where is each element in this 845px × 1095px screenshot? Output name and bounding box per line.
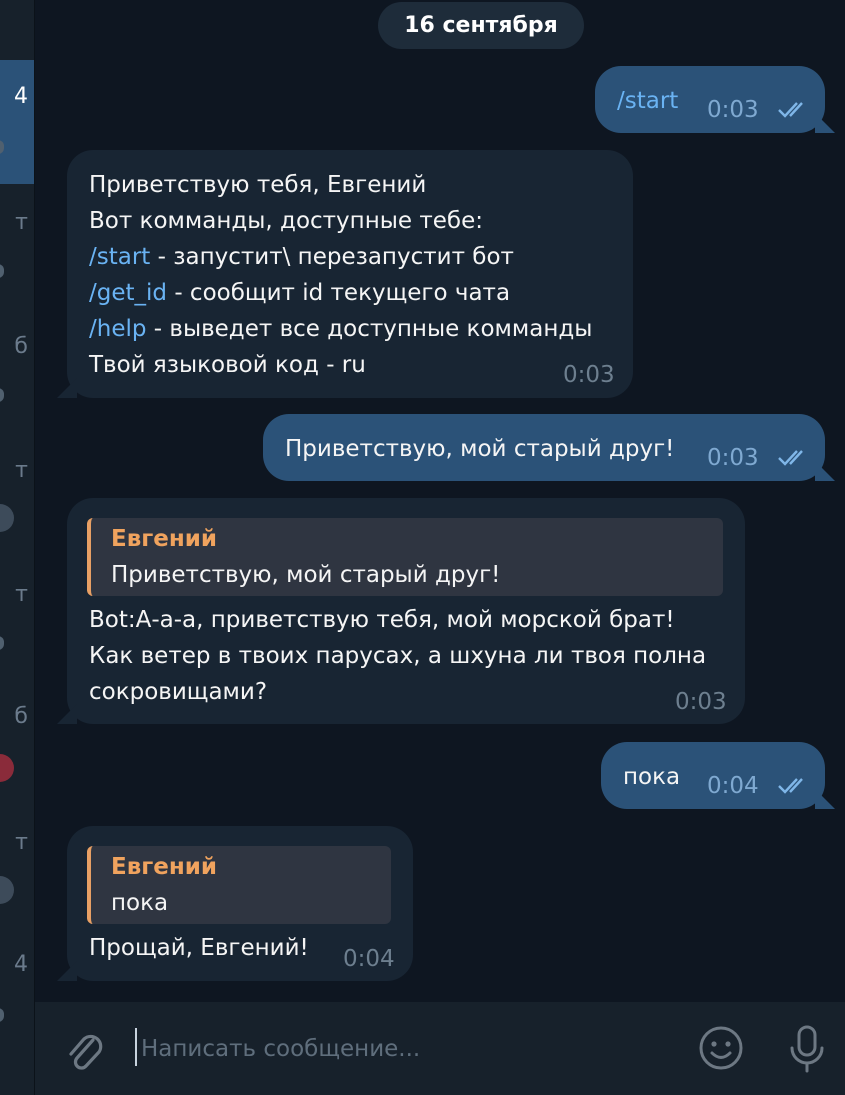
double-check-icon: [778, 102, 803, 118]
chat-list-sidebar[interactable]: 4 т б т т б т 4: [0, 0, 35, 1095]
bubble-tail: [57, 961, 77, 981]
outgoing-message[interactable]: пока 0:04: [601, 742, 835, 809]
chat-list-fragment: т: [15, 210, 28, 235]
command-link[interactable]: /start: [617, 83, 678, 119]
command-link-help[interactable]: /help: [89, 316, 146, 342]
command-description: - выведет все доступные комманды: [146, 316, 593, 342]
double-check-icon: [778, 778, 803, 794]
message-input[interactable]: [139, 1028, 663, 1070]
bubble-tail: [815, 461, 835, 481]
command-description: - запустит\ перезапустит бот: [150, 244, 514, 270]
pin-icon: [0, 264, 4, 278]
chat-list-fragment: б: [14, 704, 28, 729]
command-link-get-id[interactable]: /get_id: [89, 280, 167, 306]
message-time: 0:03: [707, 97, 759, 123]
chat-list-fragment: т: [15, 830, 28, 855]
date-separator: 16 сентября: [378, 2, 584, 49]
outgoing-message[interactable]: Приветствую, мой старый друг! 0:03: [263, 414, 835, 481]
message-composer: [35, 1002, 845, 1095]
reply-author: Евгений: [111, 526, 218, 552]
message-line: Вот комманды, доступные тебе:: [89, 208, 483, 234]
message-time: 0:04: [343, 946, 395, 972]
unread-badge: [0, 876, 14, 904]
message-time: 0:03: [707, 445, 759, 471]
message-time: 0:03: [563, 362, 615, 388]
incoming-message[interactable]: Евгений Приветствую, мой старый друг! Bo…: [57, 498, 745, 724]
chat-list-item-active[interactable]: [0, 60, 34, 184]
message-time: 0:03: [675, 689, 727, 715]
reply-author: Евгений: [111, 854, 218, 880]
command-link-start[interactable]: /start: [89, 244, 150, 270]
double-check-icon: [778, 450, 803, 466]
incoming-message[interactable]: Приветствую тебя, Евгений Вот комманды, …: [57, 150, 633, 398]
reply-quote[interactable]: Евгений Приветствую, мой старый друг!: [87, 518, 723, 596]
message-line: Bot:А-а-а, приветствую тебя, мой морской…: [89, 607, 675, 633]
chat-list-fragment: т: [15, 582, 28, 607]
chat-list-fragment: б: [14, 334, 28, 359]
message-line: сокровищами?: [89, 679, 268, 705]
message-time: 0:04: [707, 773, 759, 799]
reply-quote[interactable]: Евгений пока: [87, 846, 391, 924]
message-text: Приветствую, мой старый друг!: [285, 436, 675, 462]
bubble-tail: [815, 113, 835, 133]
microphone-icon[interactable]: [787, 1024, 827, 1074]
chat-list-fragment: 4: [14, 84, 28, 109]
bubble-tail: [57, 378, 77, 398]
pin-icon: [0, 1008, 4, 1022]
smile-icon[interactable]: [697, 1024, 745, 1072]
message-text: Bot:А-а-а, приветствую тебя, мой морской…: [89, 602, 706, 710]
message-line: Твой языковой код - ru: [89, 352, 366, 378]
command-description: - сообщит id текущего чата: [167, 280, 511, 306]
chat-list-fragment: т: [15, 458, 28, 483]
chat-history[interactable]: 16 сентября /start 0:03 Приветствую тебя…: [35, 0, 845, 1002]
message-line: Прощай, Евгений!: [89, 935, 309, 961]
pin-icon: [0, 636, 4, 650]
outgoing-message[interactable]: /start 0:03: [595, 66, 835, 133]
unread-badge: [0, 754, 14, 782]
pin-icon: [0, 388, 4, 402]
bubble-tail: [57, 704, 77, 724]
message-line: Приветствую тебя, Евгений: [89, 172, 427, 198]
message-text: пока: [623, 764, 681, 790]
text-caret: [135, 1028, 137, 1066]
bubble-tail: [815, 789, 835, 809]
message-text: Прощай, Евгений!: [89, 930, 309, 966]
paperclip-icon[interactable]: [63, 1026, 107, 1074]
message-text: Приветствую тебя, Евгений Вот комманды, …: [89, 167, 592, 383]
reply-text: Приветствую, мой старый друг!: [111, 562, 501, 588]
message-line: Как ветер в твоих парусах, а шхуна ли тв…: [89, 643, 707, 669]
unread-badge: [0, 504, 14, 532]
chat-list-fragment: 4: [14, 952, 28, 977]
reply-text: пока: [111, 890, 169, 916]
incoming-message[interactable]: Евгений пока Прощай, Евгений! 0:04: [57, 826, 413, 981]
